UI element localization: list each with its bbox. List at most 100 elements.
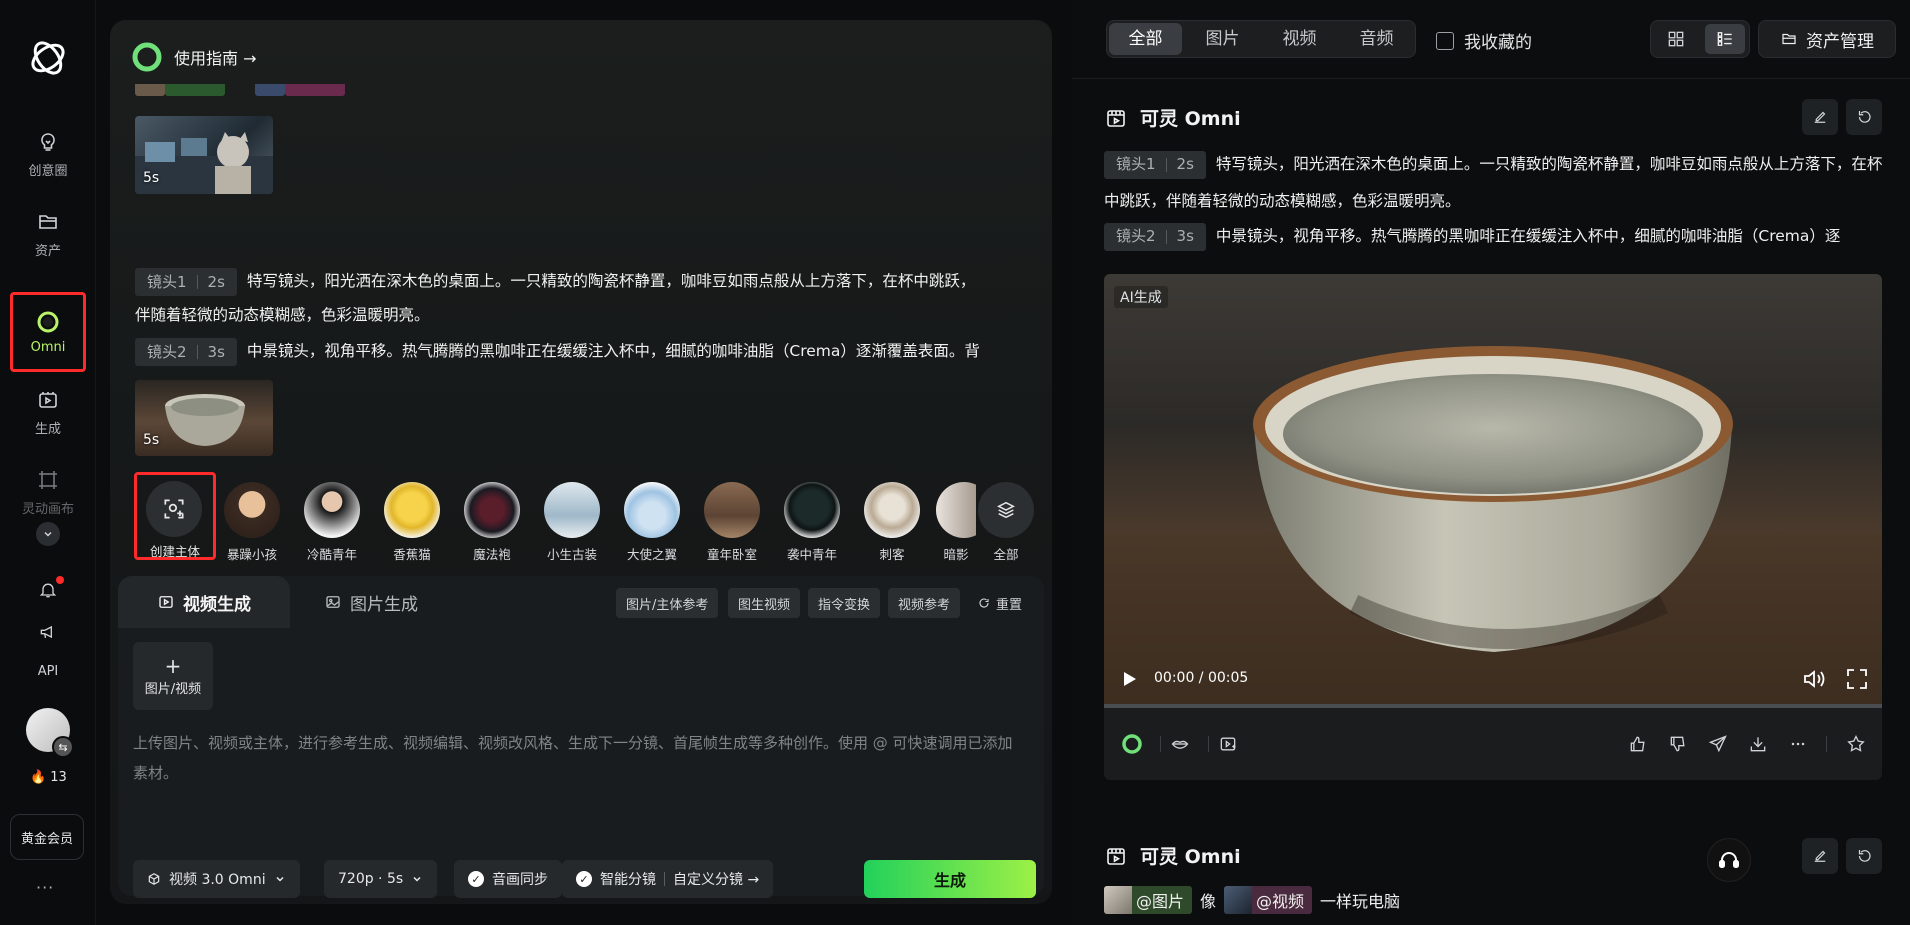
reference-cup-thumbnail[interactable]: 5s — [135, 380, 273, 456]
left-sidebar: 创意圈 资产 Omni 生成 灵动画布 API ⇆ 🔥 13 黄金会员 ··· — [0, 0, 96, 925]
ai-generated-watermark: AI生成 — [1114, 286, 1168, 308]
fullscreen-icon[interactable] — [1846, 668, 1868, 690]
sidebar-item-label: Omni — [30, 339, 66, 355]
reset-button[interactable]: 重置 — [978, 588, 1022, 618]
grid-view-button[interactable] — [1656, 24, 1696, 54]
omni-badge[interactable] — [1120, 732, 1144, 756]
filter-video[interactable]: 视频 — [1263, 23, 1336, 55]
filter-audio[interactable]: 音频 — [1340, 23, 1413, 55]
share-button[interactable] — [1706, 732, 1730, 756]
sidebar-item-label: 生成 — [34, 421, 61, 437]
sidebar-expand-button[interactable] — [36, 522, 60, 546]
video-reference-chip[interactable]: @视频 — [1224, 886, 1313, 914]
dislike-button[interactable] — [1666, 732, 1690, 756]
media-filter-tabs: 全部 图片 视频 音频 — [1106, 20, 1416, 58]
shot-1-tag[interactable]: 镜头1 2s — [1104, 150, 1206, 179]
subject-item[interactable]: 袭中青年 — [776, 482, 848, 563]
sidebar-item-creative[interactable]: 创意圈 — [10, 118, 86, 190]
kling-logo-icon[interactable] — [26, 36, 70, 80]
audio-sync-toggle[interactable]: ✓ 音画同步 — [454, 860, 562, 898]
reference-video-thumbnail[interactable]: 5s — [135, 116, 273, 194]
layers-icon — [997, 501, 1015, 519]
resolution-label: 720p · 5s — [338, 871, 404, 887]
subject-item[interactable]: 魔法袍 — [456, 482, 528, 563]
edit-button[interactable] — [1802, 99, 1838, 135]
tab-label: 图片生成 — [350, 594, 418, 615]
sidebar-item-canvas[interactable]: 灵动画布 — [10, 456, 86, 528]
video-icon — [159, 596, 173, 608]
subject-item[interactable]: 大使之翼 — [616, 482, 688, 563]
shot-2-tag[interactable]: 镜头2 3s — [135, 337, 237, 366]
chip-video-reference[interactable]: 视频参考 — [888, 588, 961, 618]
regenerate-button[interactable] — [1846, 838, 1882, 874]
filter-image[interactable]: 图片 — [1186, 23, 1259, 55]
custom-shot-link[interactable]: 自定义分镜 → — [673, 869, 759, 889]
subject-item[interactable]: 童年卧室 — [696, 482, 768, 563]
chip-image-to-video[interactable]: 图生视频 — [728, 588, 801, 618]
subject-avatar — [704, 482, 760, 538]
results-panel: 全部 图片 视频 音频 我收藏的 资产管理 可灵 Omni 镜头1 2s 特写镜… — [1072, 0, 1910, 925]
shot-1-tag[interactable]: 镜头1 2s — [135, 267, 237, 296]
lip-sync-button[interactable] — [1168, 732, 1192, 756]
tab-image-generate[interactable]: 图片生成 — [324, 576, 418, 628]
more-options-button[interactable] — [1786, 732, 1810, 756]
reference-video-thumb — [1224, 886, 1253, 914]
shot-tag-divider — [1165, 157, 1167, 172]
tab-video-generate[interactable]: 视频生成 — [118, 576, 290, 628]
generate-button[interactable]: 生成 — [864, 860, 1036, 898]
usage-guide-link[interactable]: 使用指南 → — [132, 42, 257, 72]
favorite-button[interactable] — [1844, 732, 1868, 756]
create-subject-button[interactable]: 创建主体 — [134, 472, 216, 560]
image-reference-chip[interactable]: @图片 — [1104, 886, 1193, 914]
chip-image-subject-reference[interactable]: 图片/主体参考 — [616, 588, 719, 618]
chip-instruction-transform[interactable]: 指令变换 — [808, 588, 881, 618]
switch-account-icon[interactable]: ⇆ — [52, 736, 74, 758]
subject-item[interactable]: 香蕉猫 — [376, 482, 448, 563]
ref-image-label: @图片 — [1136, 892, 1185, 911]
subject-item[interactable]: 暴躁小孩 — [216, 482, 288, 563]
favorites-checkbox[interactable]: 我收藏的 — [1436, 28, 1532, 53]
asset-management-button[interactable]: 资产管理 — [1758, 20, 1896, 58]
omni-logo-icon — [132, 42, 162, 72]
shot-1-row-cont: 伴随着轻微的动态模糊感，色彩温暖明亮。 — [135, 298, 1035, 332]
filter-all[interactable]: 全部 — [1109, 23, 1182, 55]
sidebar-item-generate[interactable]: 生成 — [10, 376, 86, 448]
omni-ring-icon — [1122, 734, 1142, 754]
reset-label: 重置 — [996, 597, 1023, 613]
download-button[interactable] — [1746, 732, 1770, 756]
subject-item[interactable]: 暗影 — [936, 482, 976, 563]
like-button[interactable] — [1626, 732, 1650, 756]
shot-1-text-line1: 特写镜头，阳光洒在深木色的桌面上。一只精致的陶瓷杯静置，咖啡豆如雨点般从上方落下… — [246, 272, 976, 290]
announcements-button[interactable] — [36, 620, 60, 644]
smart-shot-toggle[interactable]: ✓ 智能分镜 自定义分镜 → — [562, 860, 774, 898]
sidebar-item-omni[interactable]: Omni — [10, 292, 86, 372]
video-extend-button[interactable] — [1216, 732, 1240, 756]
customer-support-button[interactable] — [1707, 838, 1751, 882]
model-select[interactable]: 视频 3.0 Omni — [133, 860, 300, 898]
list-view-button[interactable] — [1704, 24, 1745, 54]
play-icon[interactable] — [1120, 670, 1138, 688]
prompt-input[interactable]: 上传图片、视频或主体，进行参考生成、视频编辑、视频改风格、生成下一分镜、首尾帧生… — [133, 728, 1023, 788]
subject-item[interactable]: 小生古装 — [536, 482, 608, 563]
video-player[interactable]: AI生成 00:00 / 00:05 — [1104, 274, 1882, 708]
shot-2-tag[interactable]: 镜头2 3s — [1104, 222, 1206, 251]
api-link[interactable]: API — [0, 664, 96, 679]
credits-display[interactable]: 🔥 13 — [30, 770, 67, 785]
shot-2-row[interactable]: 镜头2 3s 中景镜头，视角平移。热气腾腾的黑咖啡正在缓缓注入杯中，细腻的咖啡油… — [135, 334, 1035, 368]
regenerate-button[interactable] — [1846, 99, 1882, 135]
vip-membership-button[interactable]: 黄金会员 — [10, 814, 84, 860]
volume-icon[interactable] — [1802, 668, 1826, 690]
upload-media-button[interactable]: + 图片/视频 — [133, 642, 213, 710]
edit-button[interactable] — [1802, 838, 1838, 874]
all-subjects-button[interactable]: 全部 — [974, 482, 1038, 563]
resolution-duration-select[interactable]: 720p · 5s — [324, 860, 438, 898]
chevron-down-icon — [44, 531, 52, 537]
subject-item[interactable]: 刺客 — [856, 482, 928, 563]
more-menu-button[interactable]: ··· — [36, 878, 54, 897]
prompt-text: 像 — [1200, 892, 1217, 911]
subject-item[interactable]: 冷酷青年 — [296, 482, 368, 563]
shot-1-row[interactable]: 镜头1 2s 特写镜头，阳光洒在深木色的桌面上。一只精致的陶瓷杯静置，咖啡豆如雨… — [135, 264, 1035, 298]
sidebar-item-assets[interactable]: 资产 — [10, 198, 86, 270]
view-mode-toggle — [1650, 20, 1750, 58]
checkbox-icon — [1436, 31, 1454, 50]
